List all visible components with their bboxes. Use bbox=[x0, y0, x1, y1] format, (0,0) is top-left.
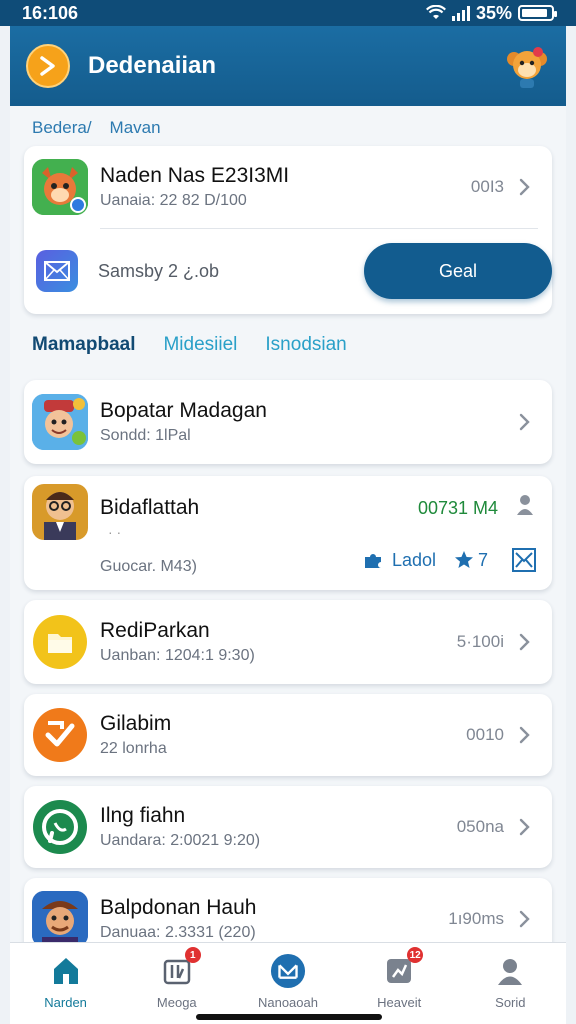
featured-item-subtitle: Uanaia: 22 82 D/100 bbox=[100, 192, 247, 209]
action-row: Samsby 2 ¿.ob Geal bbox=[24, 229, 552, 313]
breadcrumb: Bedera/ Mavan bbox=[32, 118, 161, 138]
bottom-nav: Narden 1 Meoga Nanoaoah 12 Heaveit Sorid bbox=[10, 942, 566, 1024]
chevron-right-icon bbox=[40, 56, 55, 76]
nav-label: Sorid bbox=[495, 995, 526, 1010]
item-actions: Ladol 7 bbox=[362, 548, 536, 572]
action-row-text: Samsby 2 ¿.ob bbox=[98, 260, 220, 281]
nav-item-profile[interactable]: Sorid bbox=[460, 953, 560, 1010]
portrait-game-icon bbox=[32, 484, 88, 540]
user-icon[interactable] bbox=[516, 494, 534, 521]
hero-game-icon bbox=[32, 891, 88, 947]
list-item-title: Ilng fiahn bbox=[100, 804, 186, 827]
list-item-meta: 00731 M4 bbox=[417, 498, 498, 518]
list-item-title: Balpdonan Hauh bbox=[100, 896, 257, 919]
nav-item-home[interactable]: Narden bbox=[16, 953, 116, 1010]
nav-item-activity[interactable]: 12 Heaveit bbox=[349, 947, 449, 1010]
nav-item-library[interactable]: 1 Meoga bbox=[127, 947, 227, 1010]
tab-first[interactable]: Mamapbaal bbox=[32, 334, 135, 356]
notification-badge: 12 bbox=[407, 947, 424, 963]
app-header: Dedenaiian bbox=[10, 26, 566, 106]
status-bar: 16:106 35% bbox=[0, 0, 576, 26]
star-icon bbox=[454, 551, 473, 568]
mail-icon bbox=[270, 953, 306, 989]
item-rating: 7 bbox=[477, 549, 488, 570]
tab-third[interactable]: Isnodsian bbox=[265, 334, 346, 356]
monkey-icon bbox=[507, 47, 547, 88]
nav-item-mail[interactable]: Nanoaoah bbox=[238, 953, 338, 1010]
list-item-meta: 1ı90ms bbox=[448, 909, 504, 928]
main-content: Bedera/ Mavan Naden Nas E23I3MI Uanaia: … bbox=[10, 106, 566, 960]
list-item-expanded[interactable]: Bidaflattah · · 00731 M4 Guocar. M43) La… bbox=[24, 476, 552, 590]
status-indicators: 35% bbox=[425, 2, 557, 24]
list-item-subtitle: Danuaa: 2.3331 (220) bbox=[100, 924, 256, 941]
list-item[interactable]: Gilabim 22 lonrha 0010 bbox=[24, 694, 552, 776]
mail-icon bbox=[36, 250, 78, 292]
check-app-icon bbox=[32, 707, 88, 763]
character-game-icon bbox=[32, 394, 88, 450]
nav-label: Heaveit bbox=[377, 995, 422, 1010]
page-title: Dedenaiian bbox=[88, 52, 217, 79]
mail-box-icon[interactable] bbox=[512, 548, 536, 572]
status-time: 16:106 bbox=[22, 2, 79, 23]
battery-fill bbox=[522, 9, 548, 17]
list-item[interactable]: RediParkan Uanban: 1204:1 9:30) 5·100i bbox=[24, 600, 552, 684]
home-icon bbox=[48, 953, 84, 989]
chevron-right-icon bbox=[514, 816, 536, 838]
chevron-right-icon bbox=[514, 411, 536, 433]
list-item-title: RediParkan bbox=[100, 619, 210, 642]
profile-icon bbox=[492, 953, 528, 989]
home-indicator bbox=[196, 1014, 382, 1020]
list-item-subtitle: Uandara: 2:0021 9:20) bbox=[100, 832, 261, 849]
featured-card: Naden Nas E23I3MI Uanaia: 22 82 D/100 00… bbox=[24, 146, 552, 314]
chevron-right-icon bbox=[514, 176, 536, 198]
nav-label: Meoga bbox=[156, 995, 197, 1010]
chat-app-icon bbox=[32, 799, 88, 855]
breadcrumb-item-first[interactable]: Bedera/ bbox=[32, 118, 92, 138]
folder-app-icon bbox=[32, 614, 88, 670]
nav-forward-button[interactable] bbox=[26, 44, 70, 88]
notification-badge: 1 bbox=[184, 947, 201, 963]
list-item-meta: 050na bbox=[456, 817, 504, 836]
fox-game-icon bbox=[32, 159, 88, 215]
chevron-right-icon bbox=[514, 908, 536, 930]
chevron-right-icon bbox=[514, 631, 536, 653]
list-item-subtitle: Sondd: 1lPal bbox=[100, 427, 191, 444]
list-item-title: Bopatar Madagan bbox=[100, 399, 267, 422]
primary-action-button[interactable]: Geal bbox=[364, 243, 552, 299]
list-item-subtitle: 22 lonrha bbox=[100, 740, 167, 757]
featured-item-row[interactable]: Naden Nas E23I3MI Uanaia: 22 82 D/100 00… bbox=[24, 146, 552, 228]
signal-icon bbox=[451, 5, 470, 21]
item-tag[interactable]: Ladol bbox=[392, 550, 436, 571]
breadcrumb-item-second[interactable]: Mavan bbox=[110, 118, 161, 138]
list-item-subtitle: Uanban: 1204:1 9:30) bbox=[100, 647, 255, 664]
list-item[interactable]: Ilng fiahn Uandara: 2:0021 9:20) 050na bbox=[24, 786, 552, 868]
list-item-title: Bidaflattah bbox=[100, 496, 200, 519]
list-item[interactable]: Bopatar Madagan Sondd: 1lPal bbox=[24, 380, 552, 464]
featured-item-title: Naden Nas E23I3MI bbox=[100, 164, 290, 187]
nav-label: Nanoaoah bbox=[257, 995, 318, 1010]
list-item-subtitle: Guocar. M43) bbox=[100, 558, 197, 575]
library-icon: 1 bbox=[159, 947, 201, 989]
list-item-meta: 5·100i bbox=[456, 632, 504, 651]
wifi-icon bbox=[425, 5, 446, 19]
nav-label: Narden bbox=[44, 995, 87, 1010]
chevron-right-icon bbox=[514, 724, 536, 746]
tab-second[interactable]: Midesiiel bbox=[163, 334, 237, 356]
puzzle-icon bbox=[364, 554, 381, 568]
list-item-title: Gilabim bbox=[100, 712, 172, 735]
featured-item-meta: 00I3 bbox=[470, 177, 504, 196]
battery-text: 35% bbox=[475, 2, 512, 23]
mascot-avatar[interactable] bbox=[504, 43, 550, 89]
tab-bar: Mamapbaal Midesiiel Isnodsian bbox=[32, 334, 347, 356]
activity-icon: 12 bbox=[381, 947, 424, 989]
list-item-meta: 0010 bbox=[466, 725, 504, 744]
battery-icon bbox=[518, 5, 557, 21]
ellipsis-indicator: · · bbox=[108, 524, 122, 540]
